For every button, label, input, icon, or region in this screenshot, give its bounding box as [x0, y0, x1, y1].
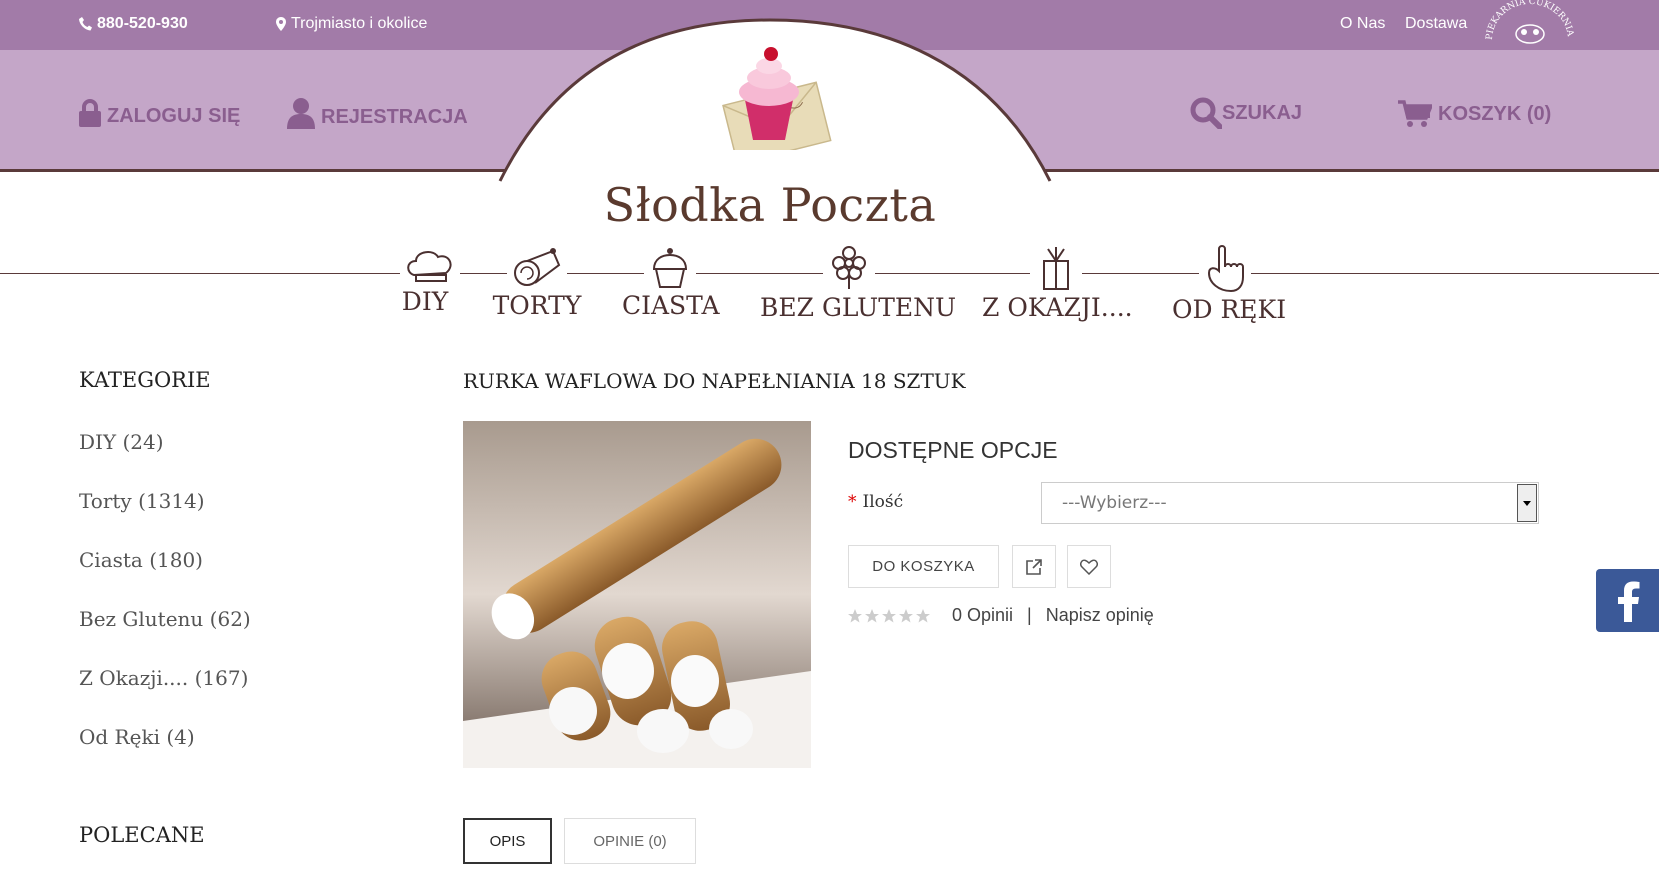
quantity-select-value: ---Wybierz---	[1062, 493, 1167, 513]
category-link-diy[interactable]: DIY (24)	[79, 430, 164, 454]
search-label: SZUKAJ	[1222, 101, 1303, 124]
nav-item-od-reki[interactable]: OD RĘKI	[1172, 245, 1287, 324]
user-icon	[287, 98, 315, 129]
lock-icon	[79, 98, 101, 127]
search-link[interactable]: SZUKAJ	[1190, 97, 1302, 129]
product-title: RURKA WAFLOWA DO NAPEŁNIANIA 18 SZTUK	[463, 369, 966, 393]
external-link-icon	[1026, 558, 1042, 575]
nav-label: BEZ GLUTENU	[760, 293, 957, 322]
compare-button[interactable]	[1012, 545, 1056, 588]
add-to-cart-button[interactable]: DO KOSZYKA	[848, 545, 999, 588]
register-label: REJESTRACJA	[321, 105, 468, 128]
recommended-heading: POLECANE	[79, 823, 205, 847]
category-link-od-reki[interactable]: Od Ręki (4)	[79, 725, 195, 749]
gift-icon	[1030, 245, 1082, 291]
heart-icon	[1080, 558, 1098, 575]
nav-label: CIASTA	[622, 291, 720, 320]
login-label: ZALOGUJ SIĘ	[107, 105, 241, 127]
categories-heading: KATEGORIE	[79, 368, 211, 392]
product-rating: 0 Opinii | Napisz opinię	[848, 605, 1154, 626]
pointing-hand-icon	[1199, 245, 1251, 293]
nav-label: Z OKAZJI....	[982, 293, 1133, 322]
star-icon	[899, 608, 913, 622]
cake-roll-icon	[507, 245, 567, 289]
required-asterisk: *	[848, 492, 857, 512]
star-icon	[848, 608, 862, 622]
nav-item-z-okazji[interactable]: Z OKAZJI....	[982, 245, 1133, 322]
nav-item-ciasta[interactable]: CIASTA	[622, 245, 720, 320]
nav-label: TORTY	[492, 291, 582, 320]
reviews-count-link[interactable]: 0 Opinii	[952, 605, 1013, 626]
reviews-separator: |	[1027, 605, 1032, 625]
nav-label: DIY	[401, 287, 449, 316]
nav-item-diy[interactable]: DIY	[400, 245, 460, 316]
category-link-ciasta[interactable]: Ciasta (180)	[79, 548, 203, 572]
quantity-label-text: Ilość	[862, 492, 904, 512]
write-review-link[interactable]: Napisz opinię	[1046, 605, 1154, 626]
cart-link[interactable]: KOSZYK (0)	[1398, 100, 1551, 128]
quantity-select[interactable]: ---Wybierz---	[1041, 482, 1539, 524]
nav-item-bez-glutenu[interactable]: BEZ GLUTENU	[760, 245, 957, 322]
tab-description[interactable]: OPIS	[463, 818, 552, 864]
available-options-heading: DOSTĘPNE OPCJE	[848, 437, 1058, 463]
star-icon	[865, 608, 879, 622]
star-icon	[916, 608, 930, 622]
flower-icon	[823, 245, 875, 291]
cupcake-envelope-logo[interactable]	[715, 40, 845, 150]
quantity-label: * Ilość	[848, 492, 903, 512]
category-link-torty[interactable]: Torty (1314)	[79, 489, 205, 513]
cupcake-icon	[644, 245, 696, 289]
cart-label: KOSZYK (0)	[1438, 102, 1552, 125]
category-link-z-okazji[interactable]: Z Okazji.... (167)	[79, 666, 248, 690]
site-logo-text[interactable]: Słodka Poczta	[560, 178, 980, 232]
nav-label: OD RĘKI	[1172, 295, 1287, 324]
category-link-bez-glutenu[interactable]: Bez Glutenu (62)	[79, 607, 251, 631]
product-image[interactable]	[463, 421, 811, 768]
register-link[interactable]: REJESTRACJA	[287, 97, 468, 129]
login-link[interactable]: ZALOGUJ SIĘ	[79, 97, 240, 128]
shopping-cart-icon	[1398, 100, 1432, 127]
facebook-button[interactable]	[1596, 569, 1659, 632]
tab-reviews[interactable]: OPINIE (0)	[564, 818, 696, 864]
search-icon	[1190, 97, 1222, 129]
chef-hat-icon	[400, 245, 460, 285]
wishlist-button[interactable]	[1067, 545, 1111, 588]
facebook-icon	[1617, 581, 1639, 622]
nav-item-torty[interactable]: TORTY	[492, 245, 582, 320]
star-icon	[882, 608, 896, 622]
rating-stars	[848, 608, 930, 623]
dropdown-arrow-icon[interactable]	[1517, 484, 1537, 522]
